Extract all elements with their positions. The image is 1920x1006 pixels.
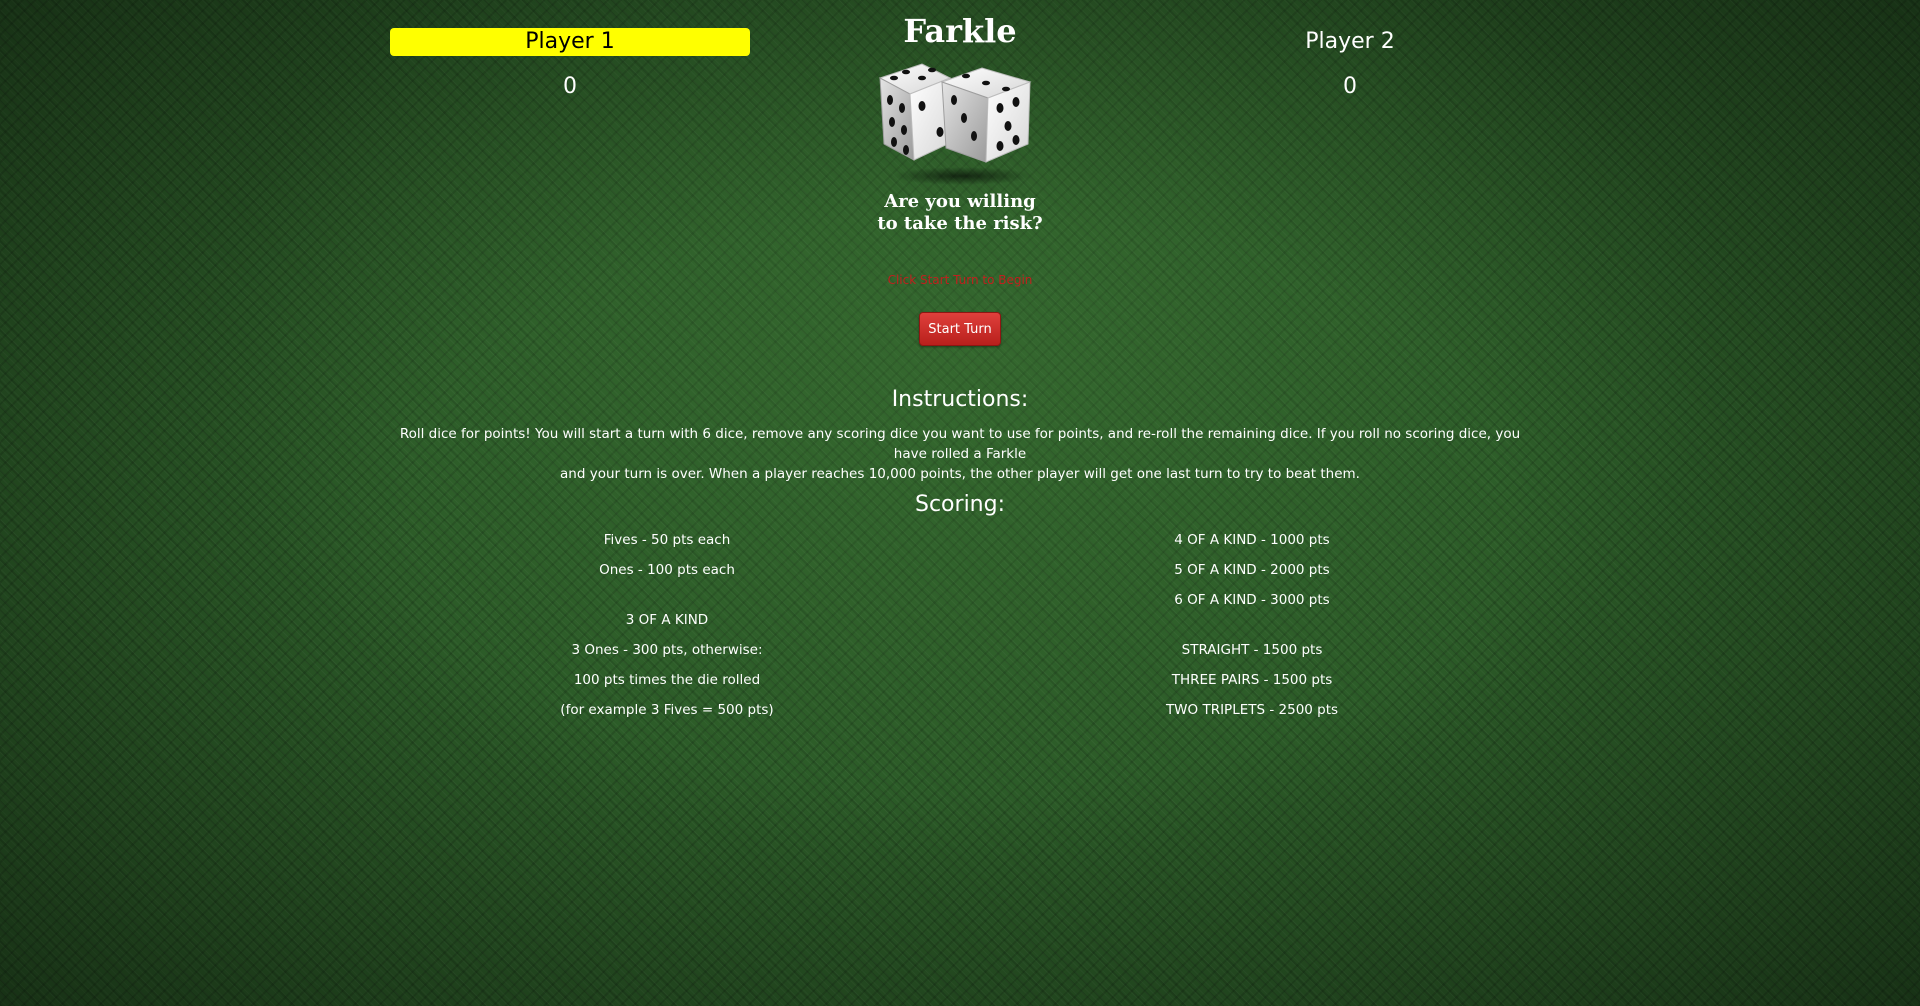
instructions-line-1: Roll dice for points! You will start a t…: [399, 426, 1521, 462]
score-rule-ones: Ones - 100 pts each: [599, 562, 735, 578]
score-rule-two-triplets: TWO TRIPLETS - 2500 pts: [1165, 702, 1339, 718]
score-rule-times-die: 100 pts times the die rolled: [573, 672, 761, 688]
score-rule-example: (for example 3 Fives = 500 pts): [560, 702, 774, 718]
instructions-line-2: and your turn is over. When a player rea…: [560, 466, 1360, 482]
player-2-name: Player 2: [1305, 29, 1395, 54]
start-turn-button[interactable]: Start Turn: [919, 312, 1001, 346]
scoring-right-column: 4 OF A KIND - 1000 pts 5 OF A KIND - 200…: [1042, 530, 1462, 730]
player-1-score: 0: [563, 74, 577, 99]
score-rule-six-kind: 6 OF A KIND - 3000 pts: [1174, 592, 1330, 608]
scoring-title: Scoring:: [915, 492, 1005, 517]
tagline: Are you willing to take the risk?: [810, 191, 1110, 235]
score-rule-three-kind-heading: 3 OF A KIND: [625, 612, 709, 628]
tagline-line-2: to take the risk?: [877, 213, 1043, 234]
score-rule-five-kind: 5 OF A KIND - 2000 pts: [1174, 562, 1330, 578]
turn-hint: Click Start Turn to Begin: [887, 273, 1033, 287]
scoring-left-column: Fives - 50 pts each Ones - 100 pts each …: [457, 530, 877, 730]
left-die: [878, 63, 953, 161]
score-rule-fives: Fives - 50 pts each: [603, 532, 731, 548]
score-rule-three-ones: 3 Ones - 300 pts, otherwise:: [571, 642, 763, 658]
dice-pair-icon: [878, 63, 1032, 185]
instructions-title: Instructions:: [891, 387, 1029, 412]
score-rule-straight: STRAIGHT - 1500 pts: [1181, 642, 1323, 658]
score-rule-three-pairs: THREE PAIRS - 1500 pts: [1171, 672, 1333, 688]
player-2-score: 0: [1343, 74, 1357, 99]
player-1-name: Player 1: [390, 28, 750, 56]
score-rule-four-kind: 4 OF A KIND - 1000 pts: [1174, 532, 1330, 548]
tagline-line-1: Are you willing: [884, 191, 1036, 212]
instructions-body: Roll dice for points! You will start a t…: [390, 424, 1530, 484]
right-die: [940, 67, 1032, 163]
game-title: Farkle: [903, 12, 1017, 50]
